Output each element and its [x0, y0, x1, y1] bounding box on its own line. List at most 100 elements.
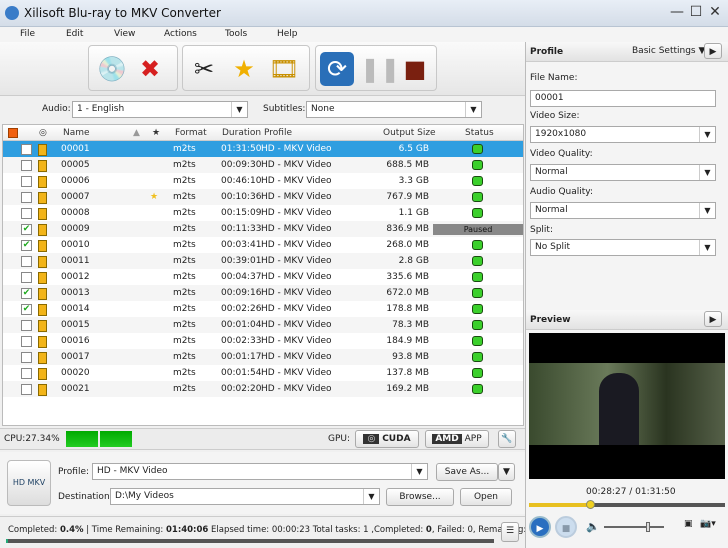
profile-hd-mkv-icon[interactable]: HD MKV	[7, 460, 51, 506]
audio-quality-select[interactable]: Normal ▼	[530, 202, 716, 219]
row-checkbox[interactable]	[21, 272, 32, 283]
row-checkbox[interactable]	[21, 384, 32, 395]
maximize-button[interactable]: ☐	[687, 4, 705, 20]
expand-arrow-icon[interactable]: ▶	[704, 311, 722, 327]
remove-icon[interactable]: ✖	[133, 52, 167, 86]
table-row[interactable]: 00015 m2ts 00:01:04 HD - MKV Video 78.3 M…	[3, 317, 523, 333]
profile-value: HD - MKV Video	[97, 466, 168, 476]
close-button[interactable]: ✕	[706, 4, 724, 20]
chevron-down-icon: ▼	[699, 203, 715, 218]
header-star-icon[interactable]: ★	[152, 128, 160, 138]
preview-video[interactable]	[529, 333, 725, 479]
profile-select[interactable]: HD - MKV Video ▼	[92, 463, 428, 480]
table-row[interactable]: ✔ 00010 m2ts 00:03:41 HD - MKV Video 268.…	[3, 237, 523, 253]
row-checkbox[interactable]	[21, 144, 32, 155]
table-row[interactable]: 00005 m2ts 00:09:30 HD - MKV Video 688.5 …	[3, 157, 523, 173]
row-checkbox[interactable]	[21, 256, 32, 267]
minimize-button[interactable]: —	[668, 4, 686, 20]
header-profile[interactable]: Profile	[264, 128, 292, 138]
add-disc-icon[interactable]: 💿	[95, 52, 129, 86]
add-output-icon[interactable]: 🎞	[267, 52, 301, 86]
table-row[interactable]: 00021 m2ts 00:02:20 HD - MKV Video 169.2 …	[3, 381, 523, 397]
table-row[interactable]: 00016 m2ts 00:02:33 HD - MKV Video 184.9 …	[3, 333, 523, 349]
menu-actions[interactable]: Actions	[164, 29, 197, 39]
play-button[interactable]: ▶	[529, 516, 551, 538]
row-checkbox[interactable]	[21, 352, 32, 363]
subtitles-select[interactable]: None ▼	[306, 101, 482, 118]
table-row[interactable]: 00001 m2ts 01:31:50 HD - MKV Video 6.5 GB	[3, 141, 523, 157]
save-as-dropdown[interactable]: ▼	[498, 463, 515, 481]
browse-button[interactable]: Browse...	[386, 488, 454, 506]
convert-icon[interactable]: ⟳	[320, 52, 354, 86]
basic-settings-label: Basic Settings	[632, 46, 696, 56]
menu-view[interactable]: View	[114, 29, 135, 39]
cpu-graph-1	[66, 431, 98, 447]
row-profile: HD - MKV Video	[261, 336, 332, 346]
destination-select[interactable]: D:\My Videos ▼	[110, 488, 380, 505]
row-checkbox[interactable]	[21, 192, 32, 203]
row-checkbox[interactable]: ✔	[21, 304, 32, 315]
settings-wrench-button[interactable]: 🔧	[498, 430, 516, 448]
audio-select[interactable]: 1 - English ▼	[72, 101, 248, 118]
pause-icon[interactable]: ❚❚	[360, 52, 400, 86]
table-row[interactable]: 00012 m2ts 00:04:37 HD - MKV Video 335.6 …	[3, 269, 523, 285]
basic-settings-dropdown[interactable]: Basic Settings ▼	[632, 46, 705, 56]
table-row[interactable]: 00017 m2ts 00:01:17 HD - MKV Video 93.8 M…	[3, 349, 523, 365]
row-checkbox[interactable]: ✔	[21, 288, 32, 299]
table-row[interactable]: 00007 ★ m2ts 00:10:36 HD - MKV Video 767.9…	[3, 189, 523, 205]
row-checkbox[interactable]: ✔	[21, 240, 32, 251]
open-button[interactable]: Open	[460, 488, 512, 506]
table-row[interactable]: ✔ 00009 m2ts 00:11:33 HD - MKV Video 836.…	[3, 221, 523, 237]
split-select[interactable]: No Split ▼	[530, 239, 716, 256]
stop-button[interactable]: ■	[555, 516, 577, 538]
select-all-checkbox[interactable]	[8, 128, 18, 138]
menu-tools[interactable]: Tools	[225, 29, 247, 39]
save-as-button[interactable]: Save As...	[436, 463, 498, 481]
row-profile: HD - MKV Video	[261, 192, 332, 202]
seek-bar[interactable]	[529, 500, 725, 509]
amd-app-button[interactable]: AMD APP	[425, 430, 489, 448]
header-name[interactable]: Name	[63, 128, 90, 138]
row-checkbox[interactable]	[21, 176, 32, 187]
header-duration[interactable]: Duration	[222, 128, 261, 138]
seek-thumb[interactable]	[585, 500, 595, 509]
cuda-button[interactable]: ◎ CUDA	[355, 430, 419, 448]
volume-icon[interactable]: 🔈	[586, 520, 600, 533]
row-checkbox[interactable]	[21, 336, 32, 347]
camera-icon[interactable]: 📷▾	[700, 519, 716, 529]
film-icon	[38, 368, 47, 380]
row-duration: 00:15:09	[221, 208, 262, 218]
header-status[interactable]: Status	[465, 128, 494, 138]
menu-file[interactable]: File	[20, 29, 35, 39]
row-checkbox[interactable]	[21, 208, 32, 219]
row-checkbox[interactable]	[21, 368, 32, 379]
row-checkbox[interactable]	[21, 320, 32, 331]
table-row[interactable]: 00020 m2ts 00:01:54 HD - MKV Video 137.8 …	[3, 365, 523, 381]
effects-star-icon[interactable]: ★	[227, 52, 261, 86]
header-output-size[interactable]: Output Size	[383, 128, 436, 138]
header-format[interactable]: Format	[175, 128, 207, 138]
menu-help[interactable]: Help	[277, 29, 298, 39]
snapshot-list-icon[interactable]: ▣	[684, 519, 693, 529]
status-details-2: , Failed: 0, Remaining: 1	[431, 525, 535, 535]
table-row[interactable]: 00006 m2ts 00:46:10 HD - MKV Video 3.3 GB	[3, 173, 523, 189]
table-row[interactable]: ✔ 00013 m2ts 00:09:16 HD - MKV Video 672.…	[3, 285, 523, 301]
cut-icon[interactable]: ✂	[187, 52, 221, 86]
video-quality-select[interactable]: Normal ▼	[530, 164, 716, 181]
file-name-label: File Name:	[530, 73, 578, 83]
row-checkbox[interactable]	[21, 160, 32, 171]
volume-slider[interactable]	[604, 522, 664, 532]
row-checkbox[interactable]: ✔	[21, 224, 32, 235]
row-name: 00012	[61, 272, 90, 282]
table-row[interactable]: 00008 m2ts 00:15:09 HD - MKV Video 1.1 GB	[3, 205, 523, 221]
star-icon[interactable]: ★	[150, 192, 158, 202]
table-row[interactable]: ✔ 00014 m2ts 00:02:26 HD - MKV Video 178.…	[3, 301, 523, 317]
log-button[interactable]: ☰	[501, 522, 519, 542]
expand-arrow-icon[interactable]: ▶	[704, 43, 722, 59]
table-row[interactable]: 00011 m2ts 00:39:01 HD - MKV Video 2.8 GB	[3, 253, 523, 269]
menu-edit[interactable]: Edit	[66, 29, 83, 39]
stop-icon[interactable]: ■	[398, 52, 432, 86]
video-size-select[interactable]: 1920x1080 ▼	[530, 126, 716, 143]
row-output-size: 169.2 MB	[386, 384, 429, 394]
file-name-input[interactable]: 00001	[530, 90, 716, 107]
